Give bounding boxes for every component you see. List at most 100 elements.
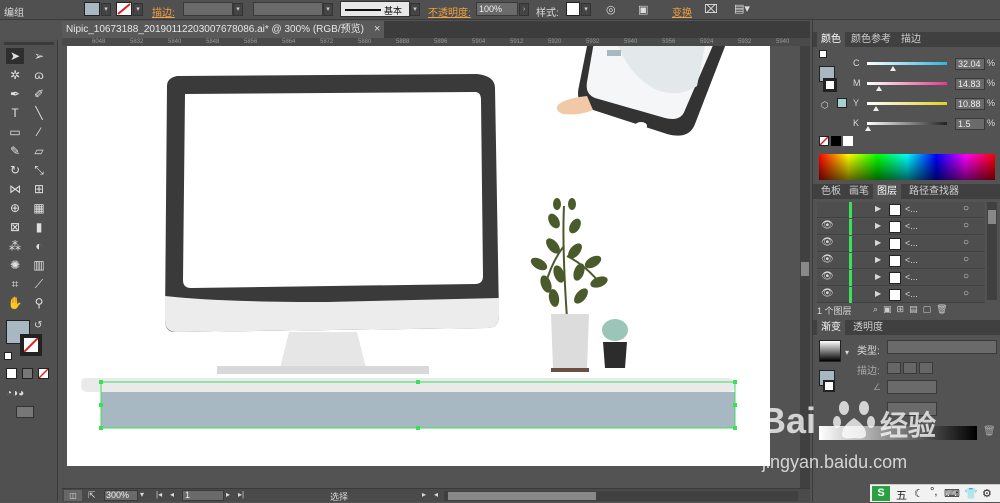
channel-slider-knob[interactable]	[875, 86, 882, 91]
tab-color-guide[interactable]: 颜色参考	[847, 32, 895, 47]
keyboard-icon[interactable]: ⌨	[944, 487, 960, 500]
opacity-label[interactable]: 不透明度:	[428, 4, 471, 19]
layer-label[interactable]: <...	[905, 272, 918, 282]
draw-normal-icon[interactable]: ◔◑◕	[6, 388, 24, 399]
gradient-preview[interactable]	[819, 340, 841, 362]
brush-definition[interactable]: 基本	[340, 1, 410, 17]
arrange-icon[interactable]: ▤▾	[734, 2, 750, 15]
expand-arrow-icon[interactable]: ▶	[875, 289, 881, 298]
canvas-horizontal-scrollbar[interactable]	[444, 491, 798, 501]
transform-link[interactable]: 变换	[672, 4, 692, 19]
fill-swatch[interactable]	[84, 2, 100, 16]
gradient-mode-icon[interactable]	[22, 368, 33, 379]
channel-slider[interactable]	[867, 102, 947, 105]
stroke-dropdown-icon[interactable]: ▾	[133, 3, 143, 16]
stroke-swatch[interactable]	[116, 2, 132, 16]
expand-arrow-icon[interactable]: ▶	[875, 204, 881, 213]
ime-logo-icon[interactable]: S	[872, 486, 890, 501]
swap-colors-icon[interactable]: ↺	[34, 320, 42, 331]
layer-label[interactable]: <...	[905, 255, 918, 265]
recolor-icon[interactable]: ◎	[606, 3, 616, 16]
out-of-gamut-icon[interactable]: ⬡	[821, 100, 829, 111]
tab-transparency[interactable]: 透明度	[849, 320, 887, 335]
color-spectrum[interactable]	[819, 154, 995, 180]
gradient-preview-dropdown-icon[interactable]: ▾	[845, 348, 849, 357]
eraser-icon[interactable]: ▱	[30, 143, 48, 159]
target-circle-icon[interactable]: ○	[963, 220, 969, 231]
layer-row[interactable]: 👁 ▶ <... ○	[817, 219, 985, 235]
channel-value[interactable]: 1.5	[955, 118, 985, 130]
variable-width-profile[interactable]	[253, 2, 323, 16]
shirt-icon[interactable]: 👕	[964, 487, 978, 500]
paintbrush-icon[interactable]: ⁄	[30, 124, 48, 140]
symbol-sprayer-icon[interactable]: ✺	[6, 257, 24, 273]
stroke-weight-label[interactable]: 描边:	[152, 4, 175, 19]
expand-arrow-icon[interactable]: ▶	[875, 221, 881, 230]
target-circle-icon[interactable]: ○	[963, 203, 969, 214]
artboard-tool-icon[interactable]: ⌗	[6, 276, 24, 292]
visibility-eye-icon[interactable]: 👁	[821, 288, 834, 299]
page-number[interactable]: 1	[182, 490, 224, 501]
channel-slider-knob[interactable]	[865, 126, 872, 131]
none-swatch-icon[interactable]	[819, 136, 829, 146]
expand-arrow-icon[interactable]: ▶	[875, 255, 881, 264]
layer-label[interactable]: <...	[905, 221, 918, 231]
color-mode-icon[interactable]	[6, 368, 17, 379]
perspective-grid-icon[interactable]: ▦	[30, 200, 48, 216]
last-page-icon[interactable]: ▸|	[238, 490, 244, 499]
mesh-tool-icon[interactable]: ⊠	[6, 219, 24, 235]
tab-swatches[interactable]: 色板	[817, 184, 845, 199]
white-swatch[interactable]	[843, 136, 853, 146]
stroke-across-icon[interactable]	[919, 362, 933, 374]
default-colors-icon[interactable]	[4, 352, 12, 360]
close-tab-icon[interactable]: ×	[374, 23, 380, 35]
column-graph-icon[interactable]: ▥	[30, 257, 48, 273]
none-mode-icon[interactable]	[38, 368, 49, 379]
rotate-tool-icon[interactable]: ↻	[6, 162, 24, 178]
align-icon[interactable]: ▣	[638, 3, 648, 16]
artboard-nav-icon[interactable]: ◫	[64, 490, 82, 501]
channel-value[interactable]: 10.88	[955, 98, 985, 110]
curvature-tool-icon[interactable]: ✐	[30, 86, 48, 102]
channel-slider[interactable]	[867, 122, 947, 125]
graphic-style-swatch[interactable]	[566, 2, 580, 16]
gradient-tool-icon[interactable]: ▮	[30, 219, 48, 235]
scale-tool-icon[interactable]: ⤡	[30, 162, 48, 178]
shape-builder-icon[interactable]: ⊕	[6, 200, 24, 216]
prev-page-icon[interactable]: ◂	[170, 490, 174, 499]
tab-pathfinder[interactable]: 路径查找器	[905, 184, 963, 199]
target-circle-icon[interactable]: ○	[963, 237, 969, 248]
tab-brushes[interactable]: 画笔	[845, 184, 873, 199]
status-arrow-icon[interactable]: ▸	[422, 490, 426, 499]
selection-tool-icon[interactable]: ➤	[6, 48, 24, 64]
visibility-eye-icon[interactable]: 👁	[821, 271, 834, 282]
channel-value[interactable]: 14.83	[955, 78, 985, 90]
layer-row[interactable]: 👁 ▶ <... ○	[817, 270, 985, 286]
stroke-color-box[interactable]	[20, 334, 42, 356]
type-tool-icon[interactable]: T	[6, 105, 24, 121]
ime-mode[interactable]: 五	[896, 487, 907, 503]
width-tool-icon[interactable]: ⋈	[6, 181, 24, 197]
hscroll-left-icon[interactable]: ◂	[434, 490, 438, 499]
eyedropper-icon[interactable]: ⁂	[6, 238, 24, 254]
layer-label[interactable]: <...	[905, 238, 918, 248]
target-circle-icon[interactable]: ○	[963, 271, 969, 282]
layer-label[interactable]: <...	[905, 204, 918, 214]
zoom-tool-icon[interactable]: ⚲	[30, 295, 48, 311]
next-page-icon[interactable]: ▸	[226, 490, 230, 499]
zoom-dropdown-icon[interactable]: ▾	[140, 490, 144, 499]
gradient-stroke-swatch[interactable]	[823, 380, 835, 392]
first-page-icon[interactable]: |◂	[156, 490, 162, 499]
gear-icon[interactable]: ⚙	[982, 487, 992, 500]
mini-fill-icon[interactable]	[819, 50, 827, 58]
channel-slider[interactable]	[867, 82, 947, 85]
direct-selection-tool-icon[interactable]: ➢	[30, 48, 48, 64]
slice-tool-icon[interactable]: ⟋	[30, 276, 48, 292]
tab-layers[interactable]: 图层	[873, 184, 901, 199]
tab-color[interactable]: 颜色	[817, 32, 845, 47]
rectangle-tool-icon[interactable]: ▭	[6, 124, 24, 140]
layer-row[interactable]: 👁 ▶ <... ○	[817, 236, 985, 252]
profile-dropdown-icon[interactable]: ▾	[323, 3, 333, 16]
target-circle-icon[interactable]: ○	[963, 288, 969, 299]
opacity-input[interactable]: 100%	[476, 2, 518, 16]
